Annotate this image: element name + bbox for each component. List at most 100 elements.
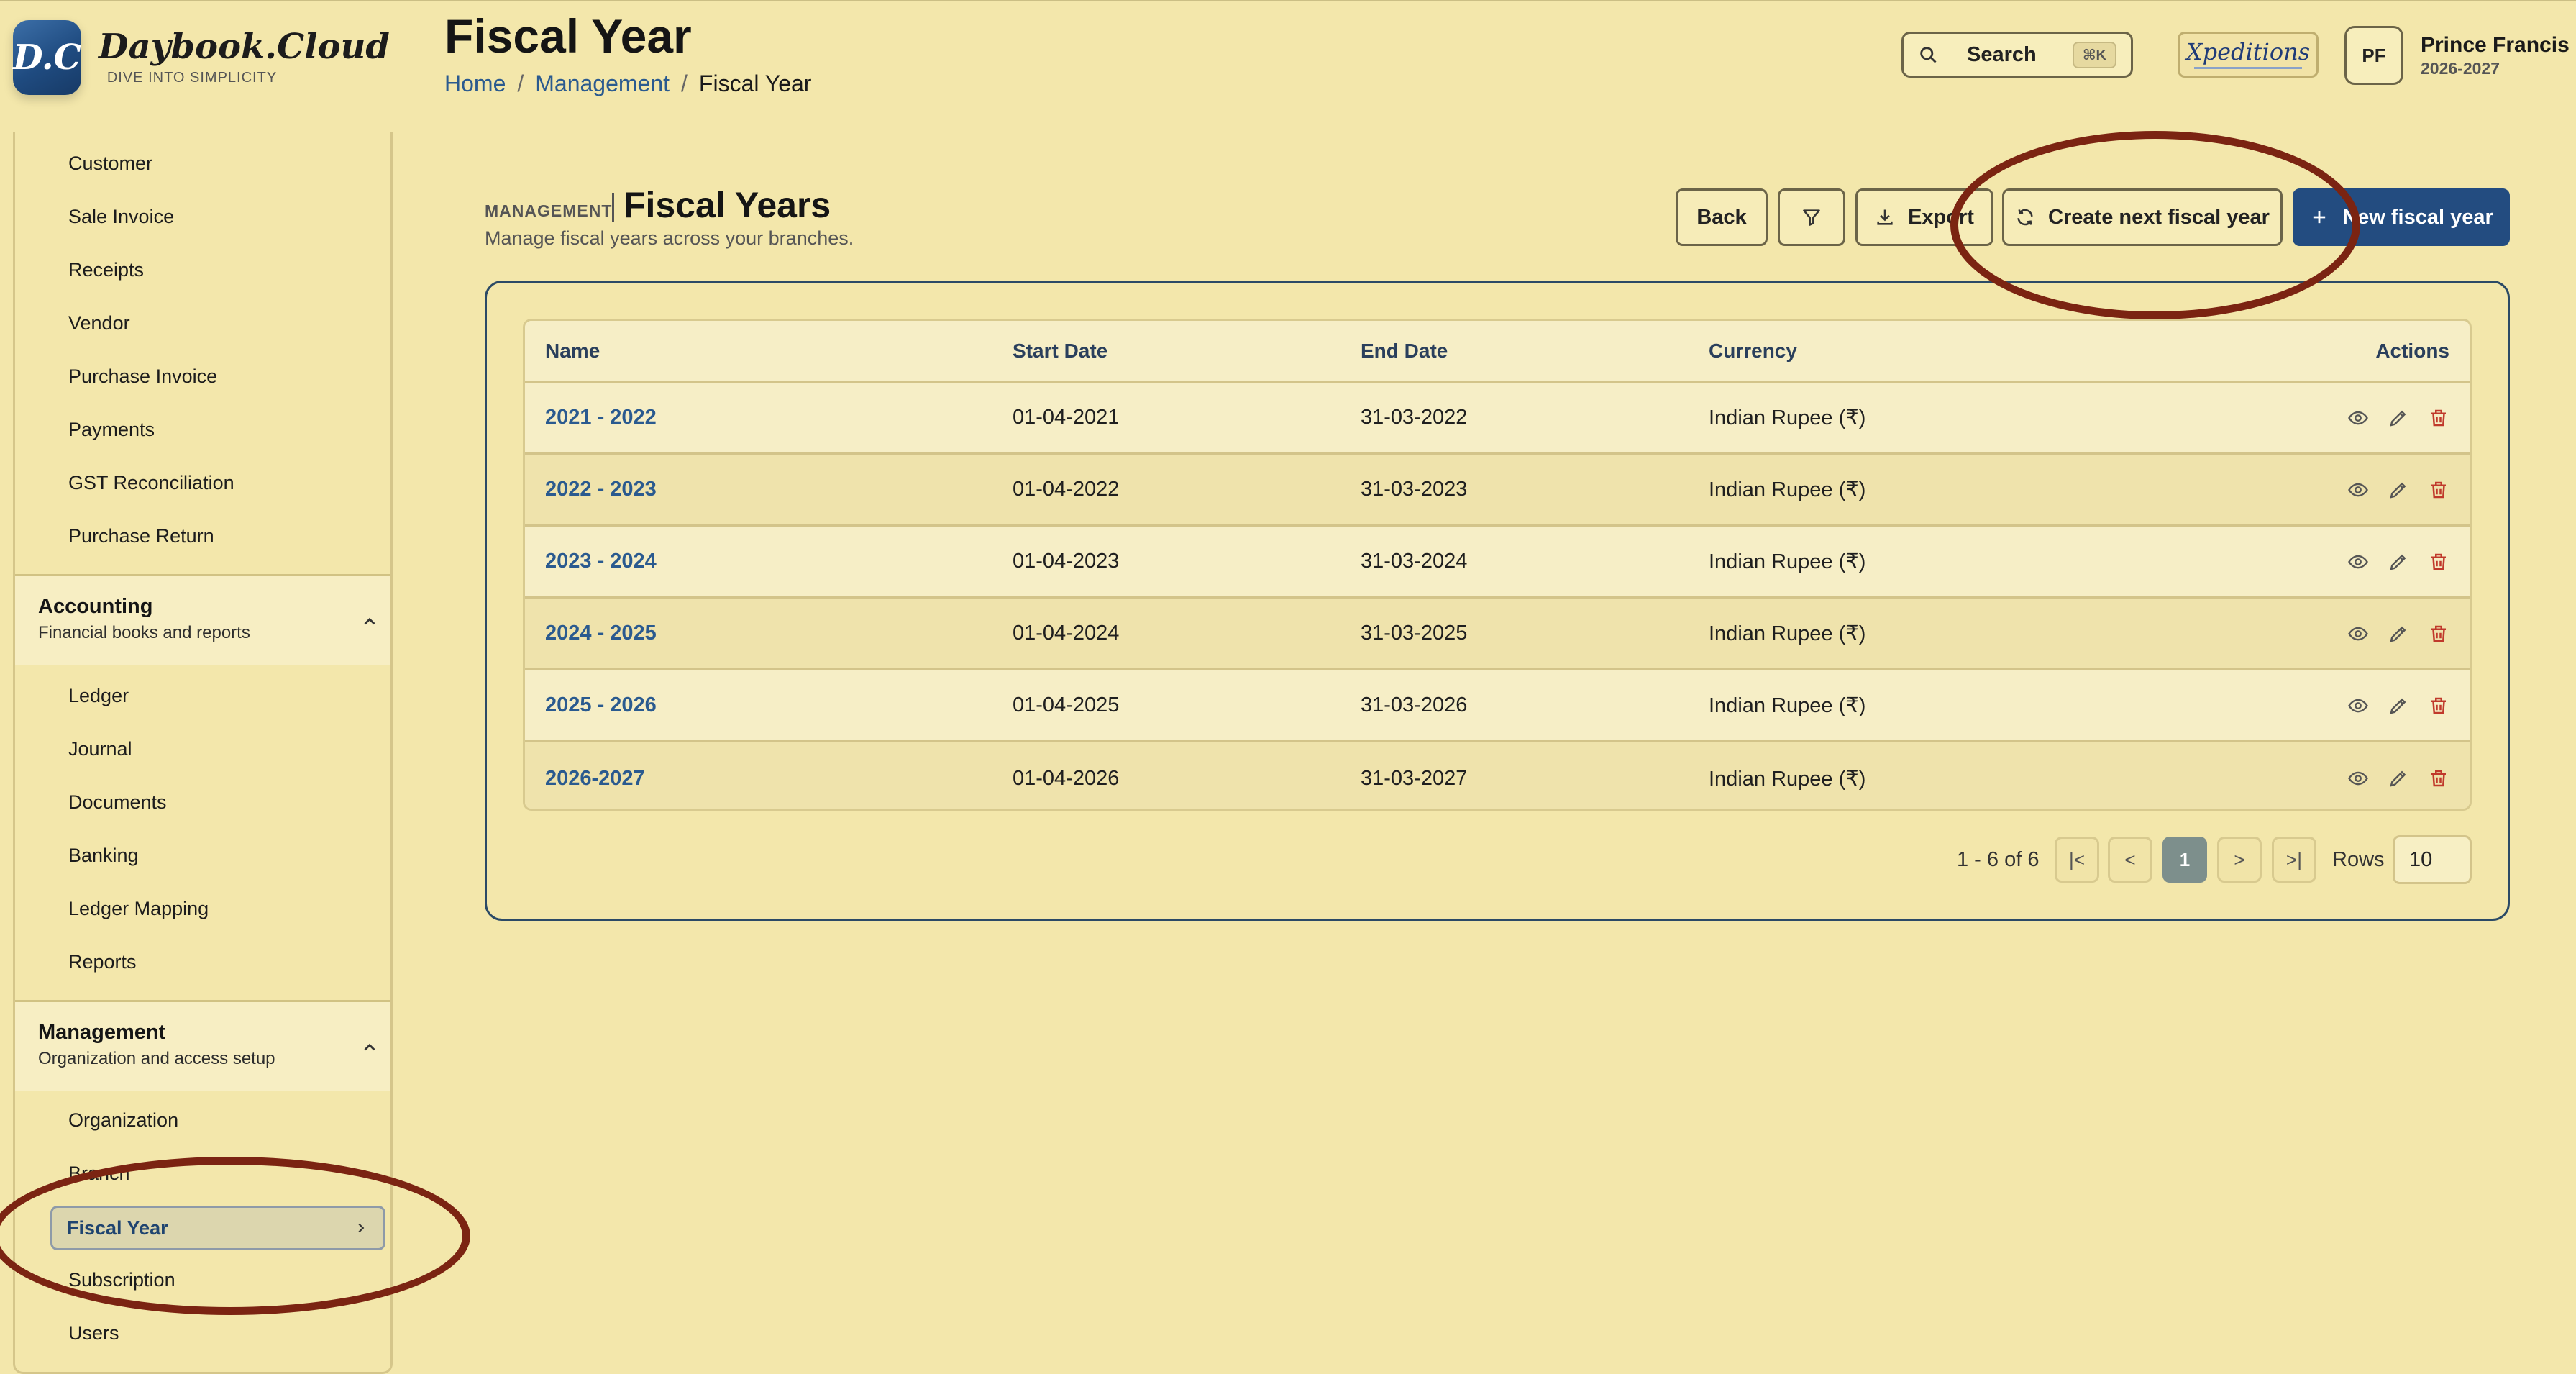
- edit-icon[interactable]: [2388, 407, 2409, 429]
- search-icon: [1920, 47, 1937, 63]
- actions-cell: [2040, 623, 2470, 645]
- logo-tagline: DIVE INTO SIMPLICITY: [106, 69, 278, 86]
- sidebar-item-banking[interactable]: Banking: [68, 845, 139, 867]
- table-row[interactable]: 2022 - 2023 01-04-2022 31-03-2023 Indian Ru…: [525, 455, 2470, 527]
- delete-icon[interactable]: [2428, 768, 2449, 789]
- organization-logo-underline: [2194, 67, 2302, 69]
- edit-icon[interactable]: [2388, 479, 2409, 501]
- fiscal-years-card: Name Start Date End Date Currency Action…: [485, 281, 2510, 921]
- sidebar-item-payments[interactable]: Payments: [68, 419, 155, 441]
- view-icon[interactable]: [2347, 479, 2369, 501]
- table-row[interactable]: 2024 - 2025 01-04-2024 31-03-2025 Indian Ru…: [525, 599, 2470, 670]
- filter-button[interactable]: [1778, 188, 1845, 246]
- next-page-button[interactable]: >: [2217, 837, 2262, 883]
- logo-mark: D.C: [13, 20, 81, 95]
- fiscal-year-name-link[interactable]: 2026-2027: [545, 767, 1033, 791]
- fiscal-year-name-link[interactable]: 2025 - 2026: [545, 693, 1033, 717]
- rows-per-page-input[interactable]: 10: [2393, 835, 2472, 884]
- section-subtitle: Organization and access setup: [38, 1049, 275, 1068]
- column-header-actions-label: Actions: [2375, 339, 2449, 362]
- currency-cell: Indian Rupee (₹): [1709, 622, 1866, 645]
- breadcrumb-separator: /: [517, 70, 524, 96]
- breadcrumb-home[interactable]: Home: [444, 70, 506, 97]
- sidebar-section-management[interactable]: Management Organization and access setup: [15, 1000, 390, 1091]
- sidebar-item-users[interactable]: Users: [68, 1322, 119, 1345]
- delete-icon[interactable]: [2428, 479, 2449, 501]
- kicker-divider: [612, 193, 614, 222]
- organization-switcher[interactable]: Xpeditions: [2178, 32, 2319, 78]
- table-body: 2021 - 2022 01-04-2021 31-03-2022 Indian Ru…: [525, 383, 2470, 809]
- view-icon[interactable]: [2347, 768, 2369, 789]
- currency-cell: Indian Rupee (₹): [1709, 767, 1866, 791]
- page-1-button[interactable]: 1: [2162, 837, 2207, 883]
- last-page-button[interactable]: >|: [2272, 837, 2316, 883]
- breadcrumb-management[interactable]: Management: [535, 70, 670, 97]
- fiscal-year-name-link[interactable]: 2021 - 2022: [545, 406, 1033, 429]
- table-row[interactable]: 2026-2027 01-04-2026 31-03-2027 Indian Rupe…: [525, 742, 2470, 809]
- edit-icon[interactable]: [2388, 695, 2409, 716]
- fiscal-year-name-link[interactable]: 2024 - 2025: [545, 622, 1033, 645]
- previous-page-button[interactable]: <: [2108, 837, 2152, 883]
- actions-cell: [2040, 551, 2470, 573]
- table-row[interactable]: 2023 - 2024 01-04-2023 31-03-2024 Indian Ru…: [525, 527, 2470, 599]
- delete-icon[interactable]: [2428, 551, 2449, 573]
- rows-per-page-label: Rows: [2332, 848, 2385, 871]
- edit-icon[interactable]: [2388, 768, 2409, 789]
- sidebar-item-organization[interactable]: Organization: [68, 1109, 178, 1132]
- currency-cell: Indian Rupee (₹): [1709, 478, 1866, 501]
- sidebar-item-reports[interactable]: Reports: [68, 951, 137, 973]
- table-row[interactable]: 2025 - 2026 01-04-2025 31-03-2026 Indian Ru…: [525, 670, 2470, 742]
- sidebar-item-sale-invoice[interactable]: Sale Invoice: [68, 206, 174, 228]
- view-icon[interactable]: [2347, 407, 2369, 429]
- fiscal-year-name-link[interactable]: 2023 - 2024: [545, 550, 1033, 573]
- end-date-cell: 31-03-2022: [1361, 406, 1468, 429]
- view-icon[interactable]: [2347, 695, 2369, 716]
- column-header-start-date[interactable]: Start Date: [1013, 340, 1361, 363]
- sidebar-item-ledger-mapping[interactable]: Ledger Mapping: [68, 898, 209, 920]
- search-shortcut: ⌘K: [2073, 41, 2116, 68]
- search-button[interactable]: Search ⌘K: [1901, 32, 2133, 78]
- breadcrumb: Home / Management / Fiscal Year: [444, 70, 811, 97]
- section-kicker: MANAGEMENT: [485, 201, 613, 220]
- actions-cell: [2040, 479, 2470, 501]
- breadcrumb-current: Fiscal Year: [698, 70, 812, 96]
- start-date-cell: 01-04-2023: [1013, 550, 1120, 573]
- edit-icon[interactable]: [2388, 551, 2409, 573]
- sidebar-item-documents[interactable]: Documents: [68, 791, 167, 814]
- delete-icon[interactable]: [2428, 623, 2449, 645]
- sidebar-item-ledger[interactable]: Ledger: [68, 685, 129, 707]
- top-border: [0, 0, 2576, 1]
- delete-icon[interactable]: [2428, 695, 2449, 716]
- view-icon[interactable]: [2347, 623, 2369, 645]
- column-header-end-date[interactable]: End Date: [1361, 340, 1709, 363]
- column-header-currency[interactable]: Currency: [1709, 340, 2040, 363]
- sidebar-item-purchase-return[interactable]: Purchase Return: [68, 525, 214, 547]
- sidebar-item-customer[interactable]: Customer: [68, 153, 152, 175]
- currency-cell: Indian Rupee (₹): [1709, 406, 1866, 429]
- section-heading: Fiscal Years: [624, 185, 831, 225]
- search-label: Search: [1967, 42, 2037, 66]
- chevron-up-icon: [364, 617, 375, 625]
- sidebar-item-purchase-invoice[interactable]: Purchase Invoice: [68, 365, 217, 388]
- sidebar-section-accounting[interactable]: Accounting Financial books and reports: [15, 574, 390, 665]
- user-name[interactable]: Prince Francis: [2421, 33, 2570, 58]
- delete-icon[interactable]: [2428, 407, 2449, 429]
- fiscal-year-name-link[interactable]: 2022 - 2023: [545, 478, 1033, 501]
- view-icon[interactable]: [2347, 551, 2369, 573]
- actions-cell: [2040, 695, 2470, 716]
- sidebar-item-receipts[interactable]: Receipts: [68, 259, 144, 281]
- sidebar-item-gst-reconciliation[interactable]: GST Reconciliation: [68, 472, 234, 494]
- first-page-button[interactable]: |<: [2055, 837, 2099, 883]
- app-logo[interactable]: D.C Daybook.Cloud DIVE INTO SIMPLICITY: [13, 13, 390, 102]
- end-date-cell: 31-03-2027: [1361, 766, 1468, 790]
- section-title: Management: [38, 1021, 166, 1044]
- back-button[interactable]: Back: [1676, 188, 1768, 246]
- edit-icon[interactable]: [2388, 623, 2409, 645]
- sidebar-item-vendor[interactable]: Vendor: [68, 312, 130, 335]
- column-header-name[interactable]: Name: [545, 340, 1033, 363]
- table-row[interactable]: 2021 - 2022 01-04-2021 31-03-2022 Indian Ru…: [525, 383, 2470, 455]
- avatar[interactable]: PF: [2344, 26, 2403, 85]
- actions-cell: [2040, 768, 2470, 789]
- download-icon: [1877, 209, 1893, 225]
- sidebar-item-journal[interactable]: Journal: [68, 738, 132, 760]
